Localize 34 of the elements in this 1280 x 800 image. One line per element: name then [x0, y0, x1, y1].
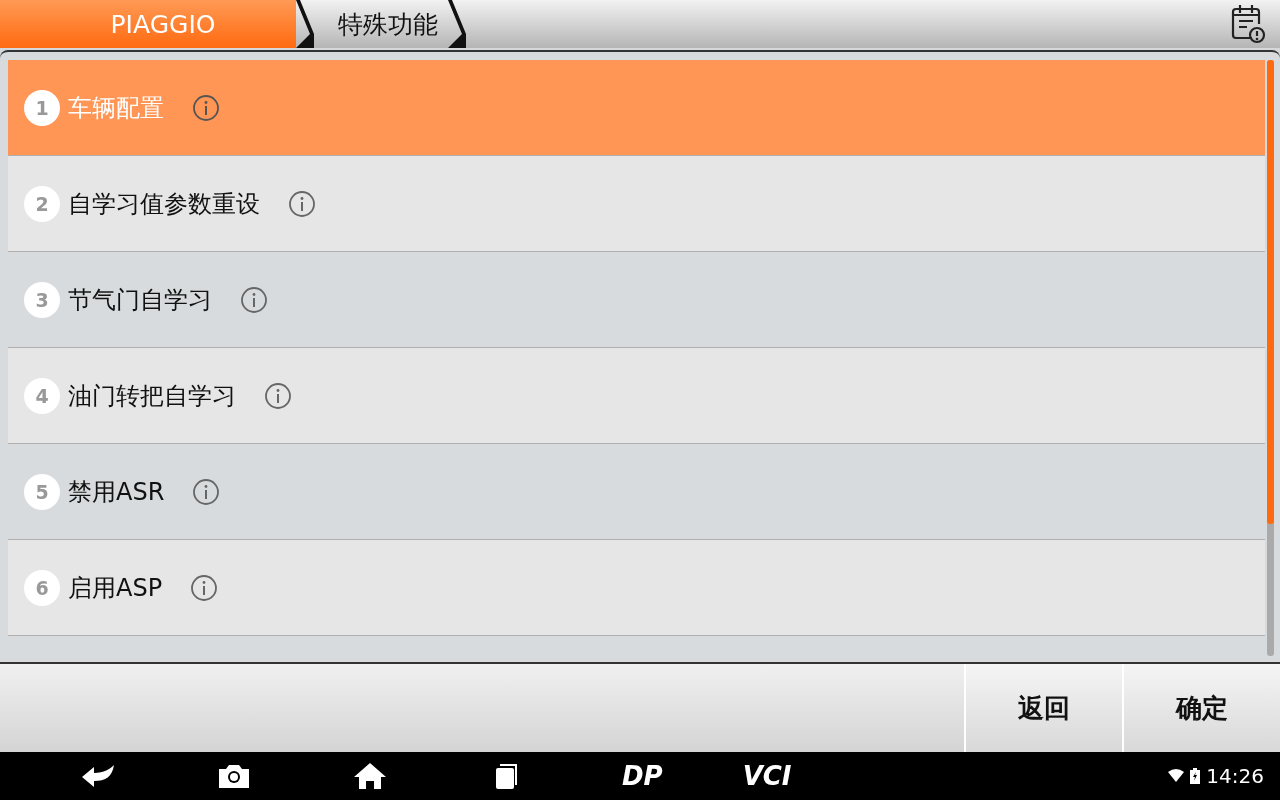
- function-item[interactable]: 6 启用ASP: [8, 540, 1265, 636]
- number-badge: 2: [24, 185, 60, 222]
- scrollbar[interactable]: [1267, 60, 1274, 656]
- info-icon[interactable]: [264, 381, 292, 410]
- chevron-icon: [446, 0, 466, 48]
- info-icon[interactable]: [288, 189, 316, 218]
- number-badge: 5: [24, 473, 60, 510]
- action-button[interactable]: 返回: [964, 664, 1122, 753]
- item-label: 节气门自学习: [68, 284, 212, 316]
- info-icon[interactable]: [192, 477, 221, 506]
- info-icon[interactable]: [190, 573, 219, 602]
- battery-icon: [1190, 768, 1201, 785]
- function-item[interactable]: 2 自学习值参数重设: [8, 156, 1265, 252]
- wifi-icon: [1168, 769, 1185, 784]
- vci-logo[interactable]: VCI: [742, 761, 792, 792]
- scrollbar-thumb[interactable]: [1267, 60, 1274, 524]
- item-label: 车辆配置: [68, 92, 164, 124]
- number-badge: 3: [24, 281, 60, 318]
- chevron-icon: [294, 0, 314, 48]
- item-label: 启用ASP: [68, 572, 163, 604]
- info-icon[interactable]: [240, 285, 268, 314]
- action-button[interactable]: 确定: [1122, 664, 1280, 753]
- item-label: 油门转把自学习: [68, 380, 236, 412]
- dp-logo[interactable]: DP: [622, 761, 663, 792]
- item-label: 禁用ASR: [68, 476, 165, 508]
- info-icon[interactable]: [192, 93, 220, 122]
- function-item[interactable]: 4 油门转把自学习: [8, 348, 1265, 444]
- breadcrumb-tab[interactable]: 特殊功能: [314, 0, 448, 48]
- number-badge: 4: [24, 377, 60, 414]
- clipboard-alert-icon[interactable]: [1230, 4, 1266, 44]
- clock-time: 14:26: [1206, 764, 1264, 789]
- item-label: 自学习值参数重设: [68, 188, 260, 220]
- number-badge: 1: [24, 89, 60, 126]
- number-badge: 6: [24, 569, 60, 606]
